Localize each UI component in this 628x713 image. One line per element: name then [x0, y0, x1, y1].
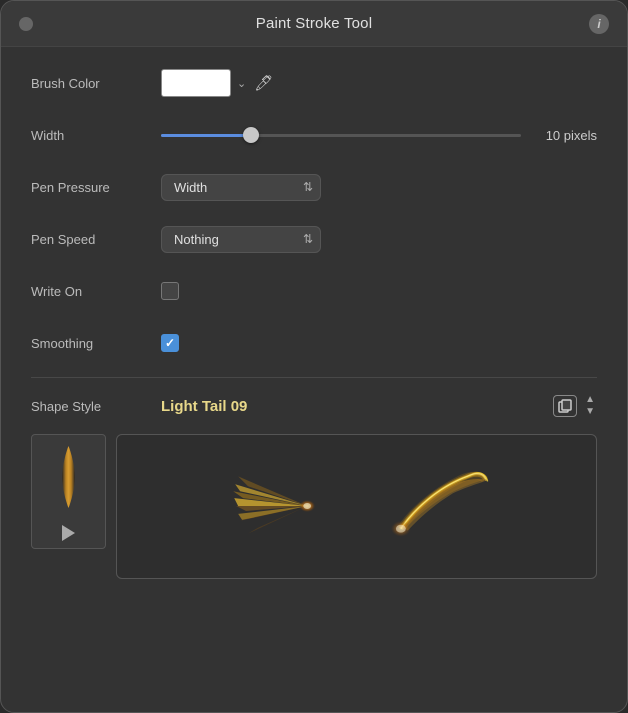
slider-fill: [161, 134, 251, 137]
preview-thumbnail: [31, 434, 106, 549]
play-button-area[interactable]: [32, 518, 105, 548]
pen-pressure-control: Width Nothing Opacity Size: [161, 174, 597, 201]
brush-color-row: Brush Color ⌄ 🖊: [31, 65, 597, 101]
slider-thumb[interactable]: [243, 127, 259, 143]
pen-speed-dropdown-wrapper: Nothing Width Opacity: [161, 226, 321, 253]
thumb-stroke-svg: [41, 442, 96, 512]
shape-style-label: Shape Style: [31, 399, 161, 414]
smoothing-checkbox[interactable]: [161, 334, 179, 352]
preview-main: [116, 434, 597, 579]
write-on-control: [161, 282, 597, 300]
brush-color-label: Brush Color: [31, 76, 161, 91]
info-button[interactable]: i: [589, 14, 609, 34]
main-preview-svg: [117, 435, 596, 578]
pen-speed-label: Pen Speed: [31, 232, 161, 247]
pen-pressure-dropdown-wrapper: Width Nothing Opacity Size: [161, 174, 321, 201]
pen-speed-row: Pen Speed Nothing Width Opacity: [31, 221, 597, 257]
smoothing-label: Smoothing: [31, 336, 161, 351]
shape-step-up[interactable]: ▲: [583, 394, 597, 406]
panel-title: Paint Stroke Tool: [256, 15, 373, 32]
close-button[interactable]: [19, 17, 33, 31]
thumb-stroke-area: [32, 435, 105, 518]
smoothing-control: [161, 334, 597, 352]
shape-style-row: Shape Style Light Tail 09 ▲ ▼: [31, 394, 597, 418]
panel: Paint Stroke Tool i Brush Color ⌄ 🖊 Widt…: [0, 0, 628, 713]
pen-speed-control: Nothing Width Opacity: [161, 226, 597, 253]
shape-stepper: ▲ ▼: [583, 394, 597, 418]
copy-shape-button[interactable]: [553, 395, 577, 417]
divider: [31, 377, 597, 378]
shape-style-value: Light Tail 09: [161, 398, 553, 415]
pen-pressure-row: Pen Pressure Width Nothing Opacity Size: [31, 169, 597, 205]
width-value: 10 pixels: [537, 128, 597, 143]
width-control: 10 pixels: [161, 125, 597, 145]
color-swatch[interactable]: [161, 69, 231, 97]
copy-icon: [557, 398, 573, 414]
shape-step-down[interactable]: ▼: [583, 406, 597, 418]
pen-pressure-label: Pen Pressure: [31, 180, 161, 195]
title-bar: Paint Stroke Tool i: [1, 1, 627, 47]
slider-track: [161, 134, 521, 137]
width-label: Width: [31, 128, 161, 143]
preview-area: [31, 434, 597, 579]
shape-style-controls: ▲ ▼: [553, 394, 597, 418]
write-on-row: Write On: [31, 273, 597, 309]
smoothing-row: Smoothing: [31, 325, 597, 361]
width-row: Width 10 pixels: [31, 117, 597, 153]
width-slider[interactable]: [161, 125, 521, 145]
color-dropdown-arrow[interactable]: ⌄: [237, 77, 246, 90]
pen-pressure-select[interactable]: Width Nothing Opacity Size: [161, 174, 321, 201]
info-icon: i: [597, 17, 600, 31]
pen-speed-select[interactable]: Nothing Width Opacity: [161, 226, 321, 253]
brush-color-control: ⌄ 🖊: [161, 69, 597, 97]
write-on-label: Write On: [31, 284, 161, 299]
write-on-checkbox[interactable]: [161, 282, 179, 300]
content-area: Brush Color ⌄ 🖊 Width 10 pixels: [1, 47, 627, 712]
play-icon: [62, 525, 75, 541]
eyedropper-icon[interactable]: 🖊: [254, 74, 273, 92]
